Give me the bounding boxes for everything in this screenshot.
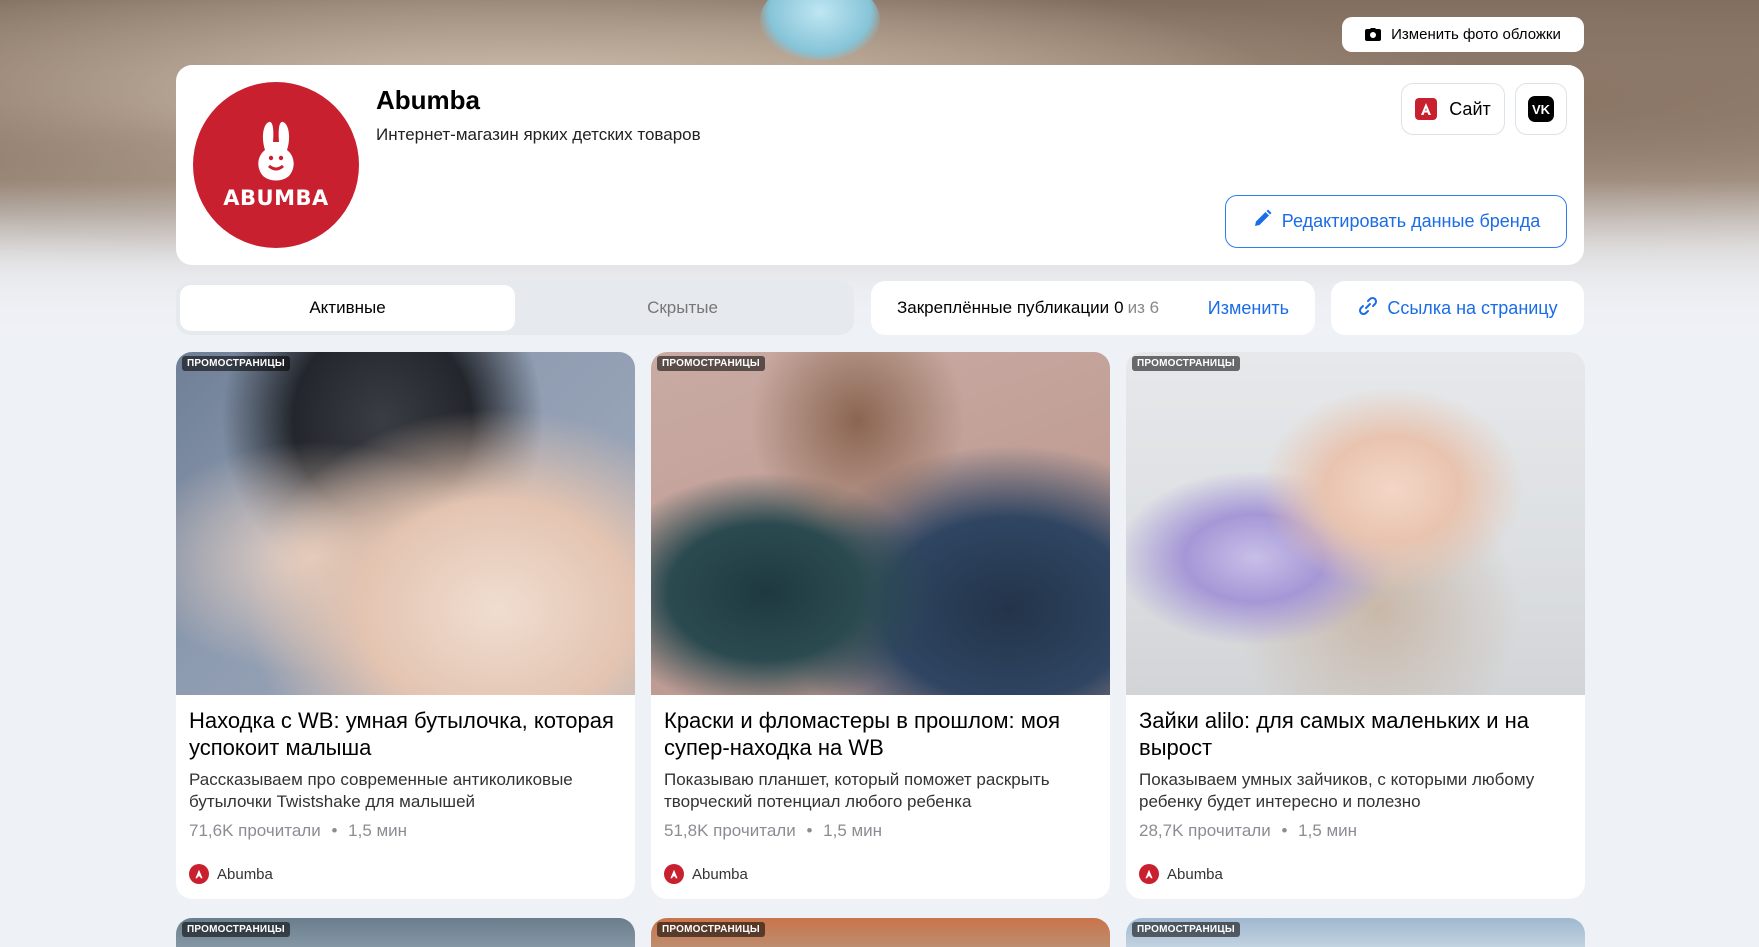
article-card[interactable]: ПРОМОСТРАНИЦЫ Зайки alilo: для самых мал… [1126, 352, 1585, 899]
publication-tabs: Активные Скрытые [176, 281, 854, 335]
author-name: Abumba [1167, 865, 1223, 883]
bunny-logo-icon [258, 121, 294, 181]
article-author[interactable]: Abumba [664, 864, 748, 884]
vk-icon: VK [1528, 96, 1554, 122]
tab-active[interactable]: Активные [180, 285, 515, 331]
article-image: ПРОМОСТРАНИЦЫ [651, 352, 1110, 695]
article-image: ПРОМОСТРАНИЦЫ [1126, 918, 1585, 947]
article-card[interactable]: ПРОМОСТРАНИЦЫ [176, 918, 635, 947]
change-cover-label: Изменить фото обложки [1391, 26, 1561, 43]
site-button[interactable]: Сайт [1401, 83, 1505, 135]
article-reads: 51,8K прочитали [664, 821, 796, 840]
pinned-label: Закреплённые публикации [897, 298, 1110, 317]
page-link-button[interactable]: Ссылка на страницу [1331, 281, 1584, 335]
edit-brand-label: Редактировать данные бренда [1281, 211, 1541, 231]
article-description: Рассказываем про современные антиколиков… [189, 770, 573, 811]
pinned-change-link[interactable]: Изменить [1208, 298, 1289, 319]
article-card[interactable]: ПРОМОСТРАНИЦЫ [1126, 918, 1585, 947]
change-cover-button[interactable]: Изменить фото обложки [1342, 17, 1584, 52]
article-duration: 1,5 мин [1298, 821, 1358, 840]
promo-badge: ПРОМОСТРАНИЦЫ [657, 922, 765, 937]
pencil-icon [1252, 209, 1272, 234]
brand-avatar: ABUMBA [193, 82, 359, 248]
pinned-total: из 6 [1127, 298, 1160, 317]
promo-badge: ПРОМОСТРАНИЦЫ [182, 356, 290, 371]
article-duration: 1,5 мин [348, 821, 408, 840]
author-logo-icon [189, 864, 209, 884]
article-author[interactable]: Abumba [189, 864, 273, 884]
article-image: ПРОМОСТРАНИЦЫ [176, 352, 635, 695]
brand-logo-text: ABUMBA [223, 186, 329, 210]
article-card[interactable]: ПРОМОСТРАНИЦЫ Краски и фломастеры в прош… [651, 352, 1110, 899]
article-title: Находка с WB: умная бутылочка, которая у… [189, 708, 614, 760]
article-title: Краски и фломастеры в прошлом: моя супер… [664, 708, 1061, 760]
vk-button[interactable]: VK [1515, 83, 1567, 135]
meta-separator: • [1281, 821, 1288, 840]
pinned-count: 0 [1114, 298, 1124, 317]
promo-badge: ПРОМОСТРАНИЦЫ [1132, 922, 1240, 937]
edit-brand-button[interactable]: Редактировать данные бренда [1225, 195, 1567, 248]
tab-hidden[interactable]: Скрытые [515, 285, 850, 331]
promo-badge: ПРОМОСТРАНИЦЫ [182, 922, 290, 937]
article-image: ПРОМОСТРАНИЦЫ [1126, 352, 1585, 695]
promo-badge: ПРОМОСТРАНИЦЫ [657, 356, 765, 371]
article-meta: 51,8K прочитали • 1,5 мин [651, 813, 1110, 841]
article-title: Зайки alilo: для самых маленьких и на вы… [1139, 708, 1530, 760]
brand-card: ABUMBA Abumba Интернет-магазин ярких дет… [176, 65, 1584, 265]
article-duration: 1,5 мин [823, 821, 883, 840]
site-logo-icon [1415, 98, 1438, 120]
article-image: ПРОМОСТРАНИЦЫ [176, 918, 635, 947]
article-reads: 71,6K прочитали [189, 821, 321, 840]
author-logo-icon [664, 864, 684, 884]
promo-badge: ПРОМОСТРАНИЦЫ [1132, 356, 1240, 371]
article-description: Показываем умных зайчиков, с которыми лю… [1139, 770, 1535, 811]
article-image: ПРОМОСТРАНИЦЫ [651, 918, 1110, 947]
article-author[interactable]: Abumba [1139, 864, 1223, 884]
article-card[interactable]: ПРОМОСТРАНИЦЫ [651, 918, 1110, 947]
page-link-label: Ссылка на страницу [1387, 297, 1558, 318]
meta-separator: • [331, 821, 338, 840]
author-logo-icon [1139, 864, 1159, 884]
author-name: Abumba [692, 865, 748, 883]
link-icon [1357, 295, 1379, 322]
meta-separator: • [806, 821, 813, 840]
brand-name: Abumba [376, 85, 480, 115]
article-meta: 28,7K прочитали • 1,5 мин [1126, 813, 1585, 841]
site-button-label: Сайт [1449, 98, 1491, 119]
article-card[interactable]: ПРОМОСТРАНИЦЫ Находка с WB: умная бутыло… [176, 352, 635, 899]
camera-icon [1365, 28, 1382, 41]
article-reads: 28,7K прочитали [1139, 821, 1271, 840]
pinned-publications: Закреплённые публикации 0 из 6 Изменить [871, 281, 1315, 335]
article-description: Показываю планшет, который поможет раскр… [664, 770, 1050, 811]
brand-description: Интернет-магазин ярких детских товаров [376, 125, 701, 144]
article-meta: 71,6K прочитали • 1,5 мин [176, 813, 635, 841]
author-name: Abumba [217, 865, 273, 883]
